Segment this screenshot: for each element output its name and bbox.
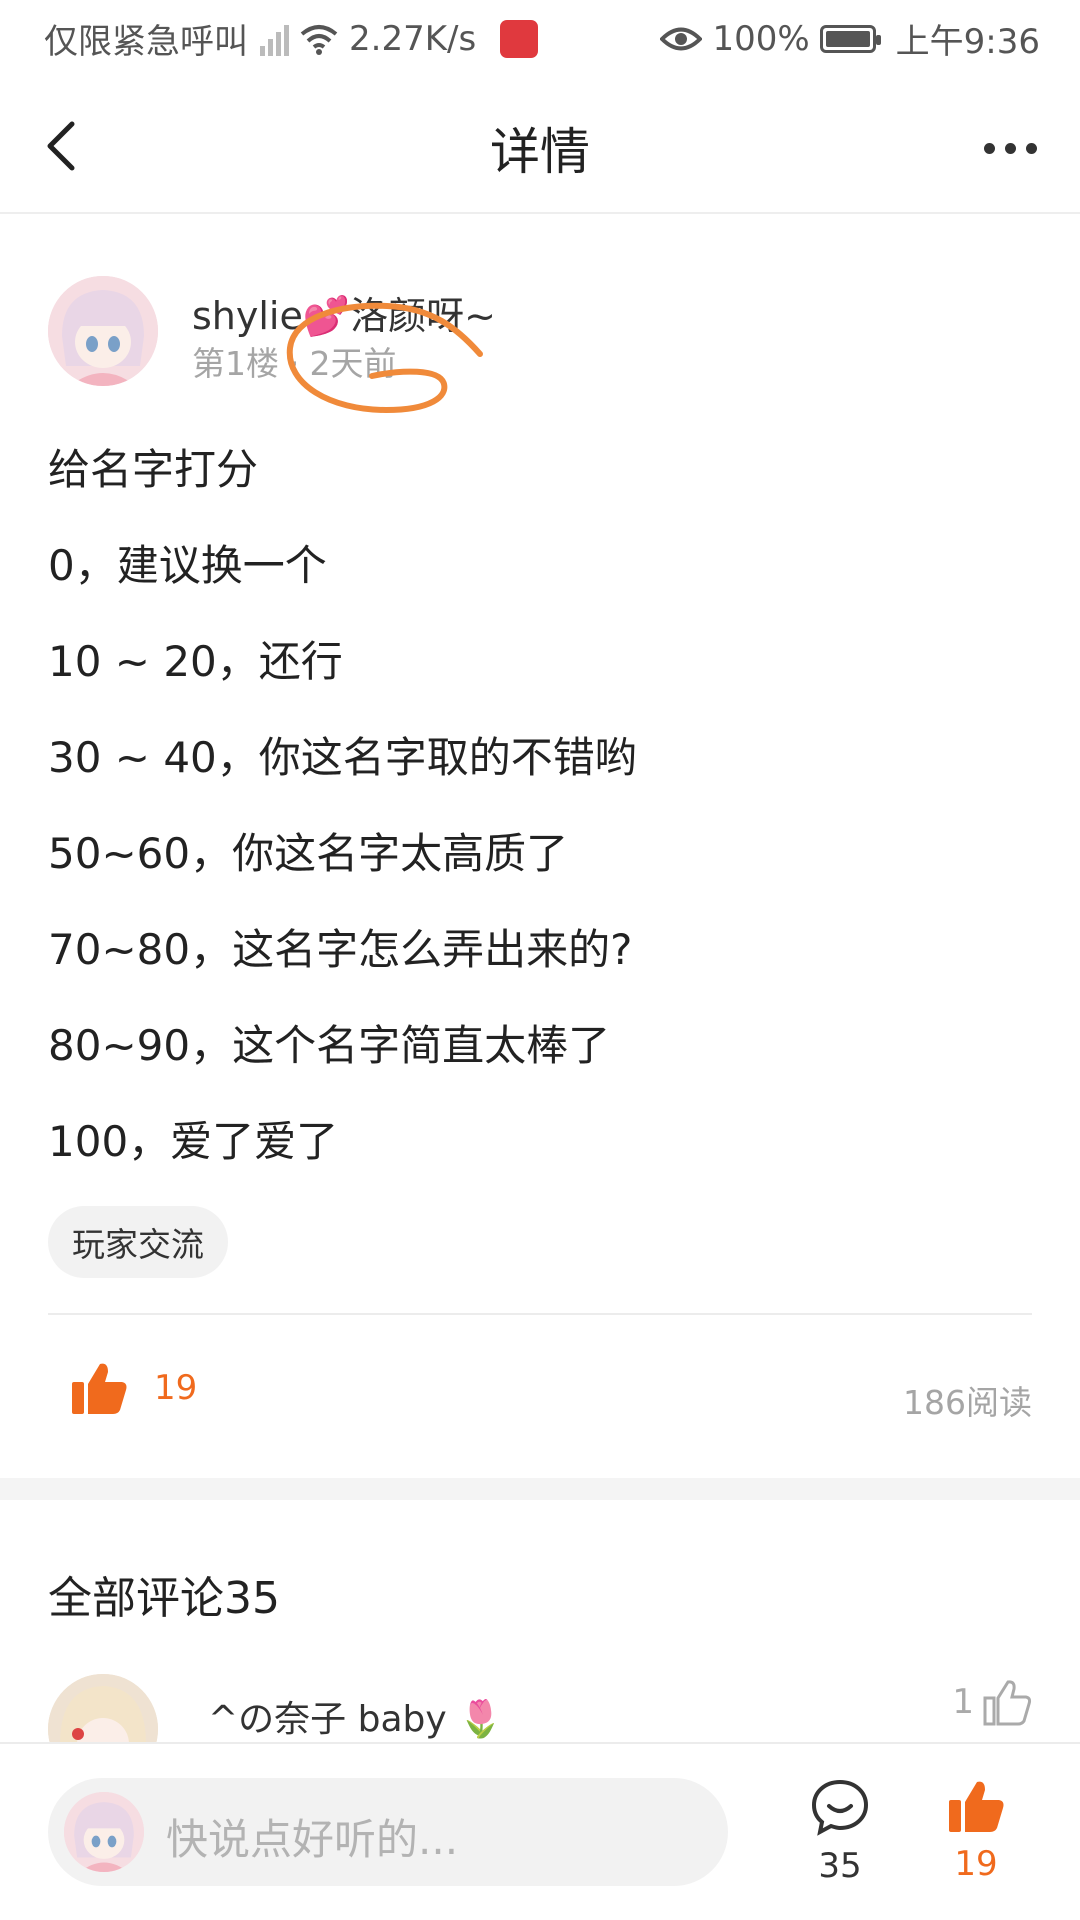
app-notification-icon (500, 19, 539, 58)
wifi-icon (300, 24, 338, 55)
top-bar: 详情 (0, 78, 1080, 214)
net-speed: 2.27K/s (349, 18, 477, 59)
eye-icon (660, 27, 703, 50)
battery-percent: 100% (712, 18, 810, 59)
post-line: 给名字打分 (48, 445, 259, 494)
post-meta: 第1楼 · 2天前 (192, 337, 397, 385)
avatar-image (64, 1792, 144, 1872)
post-line: 70~80，这名字怎么弄出来的? (48, 925, 633, 974)
section-separator (0, 1478, 1080, 1500)
comment-like-count: 1 (952, 1682, 974, 1722)
battery-icon (819, 24, 881, 53)
more-dot-icon (983, 142, 995, 154)
avatar-image (48, 1674, 158, 1742)
author-avatar[interactable] (48, 276, 158, 386)
status-left: 仅限紧急呼叫 2.27K/s (44, 14, 539, 63)
post-line: 50~60，你这名字太高质了 (48, 829, 569, 878)
thumbs-up-outline-icon (983, 1680, 1032, 1726)
read-count: 186阅读 (903, 1383, 1032, 1422)
bottom-bar: 快说点好听的... 35 19 (0, 1742, 1080, 1920)
status-bar: 仅限紧急呼叫 2.27K/s 100% 上午9:36 (0, 0, 1080, 78)
floor-label: 第1楼 (192, 344, 279, 383)
page-title: 详情 (490, 123, 590, 181)
carrier-text: 仅限紧急呼叫 (44, 22, 248, 62)
post-line: 100，爱了爱了 (48, 1117, 339, 1166)
comment-item[interactable]: ^の奈子 baby 🌷 1 (0, 1670, 1080, 1742)
post-time: 2天前 (309, 344, 397, 383)
bottom-like-button[interactable]: 19 (936, 1778, 1016, 1884)
commenter-avatar[interactable] (48, 1674, 158, 1742)
status-right: 100% 上午9:36 (660, 14, 1040, 63)
clock: 上午9:36 (895, 22, 1040, 62)
comment-like-button[interactable]: 1 (952, 1678, 1032, 1726)
post-line: 0，建议换一个 (48, 541, 327, 590)
like-count: 19 (154, 1368, 198, 1408)
input-placeholder: 快说点好听的... (166, 1815, 459, 1864)
more-dot-icon (1004, 142, 1016, 154)
more-button[interactable] (970, 118, 1050, 178)
post-stats: 19 186阅读 (48, 1360, 1032, 1440)
my-avatar (64, 1792, 144, 1872)
meta-separator: · (289, 344, 300, 383)
comment-button[interactable]: 35 (800, 1778, 880, 1886)
thumbs-up-icon (72, 1363, 127, 1414)
post-line: 80~90，这个名字简直太棒了 (48, 1021, 611, 1070)
author-name[interactable]: shylie💕洛颜呀~ (192, 285, 496, 340)
post-body: 给名字打分 0，建议换一个 10 ~ 20，还行 30 ~ 40，你这名字取的不… (48, 440, 1028, 1208)
comments-title: 全部评论35 (48, 1573, 280, 1624)
thumbs-up-icon (949, 1781, 1004, 1832)
post-line: 30 ~ 40，你这名字取的不错哟 (48, 733, 637, 782)
post-line: 10 ~ 20，还行 (48, 637, 343, 686)
like-button[interactable]: 19 (70, 1360, 197, 1416)
comment-count: 35 (818, 1846, 862, 1886)
commenter-name[interactable]: ^の奈子 baby 🌷 (208, 1690, 503, 1742)
comment-bubble-icon (811, 1779, 869, 1836)
bottom-like-count: 19 (954, 1844, 998, 1884)
divider (48, 1313, 1032, 1315)
comment-input[interactable]: 快说点好听的... (48, 1778, 728, 1886)
signal-icon (260, 22, 289, 56)
topic-tag[interactable]: 玩家交流 (48, 1206, 228, 1278)
more-dot-icon (1025, 142, 1037, 154)
avatar-image (48, 276, 158, 386)
